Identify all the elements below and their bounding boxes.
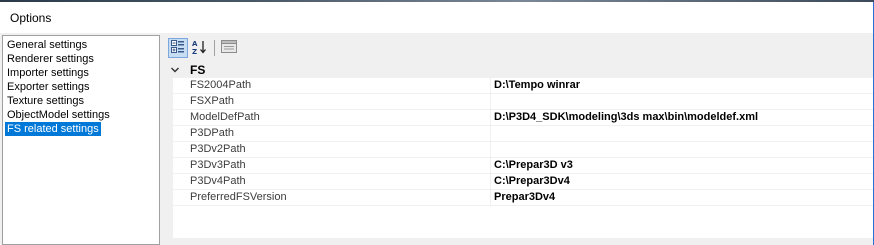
property-value[interactable]: C:\Prepar3D v3 (494, 159, 573, 171)
alphabetical-sort-button[interactable]: A Z (190, 38, 210, 58)
property-pages-button[interactable] (219, 38, 239, 58)
property-row-preferredfsversion[interactable]: PreferredFSVersion Prepar3Dv4 (173, 190, 873, 206)
collapse-chevron-icon[interactable] (169, 64, 181, 76)
property-row-fs2004path[interactable]: FS2004Path D:\Tempo winrar (173, 78, 873, 94)
property-name: PreferredFSVersion (190, 191, 287, 203)
property-name: P3Dv3Path (190, 159, 246, 171)
property-name: FS2004Path (190, 79, 252, 91)
property-name: P3DPath (190, 127, 235, 139)
nav-item-exporter-settings[interactable]: Exporter settings (5, 80, 92, 94)
property-value[interactable]: Prepar3Dv4 (494, 191, 555, 203)
column-splitter (490, 94, 491, 110)
property-grid-toolbar: A Z (165, 35, 873, 61)
property-name: ModelDefPath (190, 111, 260, 123)
settings-category-list[interactable]: General settings Renderer settings Impor… (2, 35, 160, 245)
svg-text:Z: Z (192, 48, 197, 55)
property-row-p3dv4path[interactable]: P3Dv4Path C:\Prepar3Dv4 (173, 174, 873, 190)
property-grid-footer (165, 238, 873, 245)
property-row-p3dv2path[interactable]: P3Dv2Path (173, 142, 873, 158)
category-row-fs[interactable]: FS (165, 62, 873, 78)
property-grid-table: FS FS2004Path D:\Tempo winrar FSXPath Mo… (165, 62, 873, 238)
property-pages-icon (221, 39, 237, 57)
toolbar-separator (214, 40, 215, 56)
property-value[interactable]: D:\P3D4_SDK\modeling\3ds max\bin\modelde… (494, 111, 758, 123)
column-splitter (490, 174, 491, 190)
sort-alphabetical-icon: A Z (192, 39, 208, 58)
column-splitter (490, 142, 491, 158)
property-row-p3dv3path[interactable]: P3Dv3Path C:\Prepar3D v3 (173, 158, 873, 174)
nav-item-fs-related-settings[interactable]: FS related settings (5, 122, 101, 136)
categorized-view-button[interactable] (168, 38, 188, 58)
column-splitter (490, 158, 491, 174)
category-label: FS (190, 63, 206, 77)
property-grid: A Z FS FS2004Path D:\Tempo winrar FSXPat… (165, 35, 873, 245)
property-row-fsxpath[interactable]: FSXPath (173, 94, 873, 110)
nav-item-general-settings[interactable]: General settings (5, 38, 89, 52)
nav-item-texture-settings[interactable]: Texture settings (5, 94, 86, 108)
property-name: P3Dv4Path (190, 175, 246, 187)
window-client-area: General settings Renderer settings Impor… (0, 33, 873, 245)
property-name: P3Dv2Path (190, 143, 246, 155)
options-window: Options General settings Renderer settin… (0, 2, 874, 245)
nav-item-objectmodel-settings[interactable]: ObjectModel settings (5, 108, 112, 122)
svg-text:A: A (192, 40, 198, 48)
nav-item-importer-settings[interactable]: Importer settings (5, 66, 91, 80)
title-bar[interactable]: Options (0, 2, 873, 33)
column-splitter (490, 78, 491, 94)
nav-item-renderer-settings[interactable]: Renderer settings (5, 52, 96, 66)
property-row-modeldefpath[interactable]: ModelDefPath D:\P3D4_SDK\modeling\3ds ma… (173, 110, 873, 126)
property-value[interactable]: C:\Prepar3Dv4 (494, 175, 570, 187)
property-value[interactable]: D:\Tempo winrar (494, 79, 580, 91)
categorized-view-icon (171, 39, 185, 57)
window-title: Options (10, 11, 52, 25)
column-splitter (490, 126, 491, 142)
grid-margin (165, 78, 173, 238)
property-row-p3dpath[interactable]: P3DPath (173, 126, 873, 142)
column-splitter (490, 110, 491, 126)
property-name: FSXPath (190, 95, 235, 107)
column-splitter (490, 190, 491, 206)
